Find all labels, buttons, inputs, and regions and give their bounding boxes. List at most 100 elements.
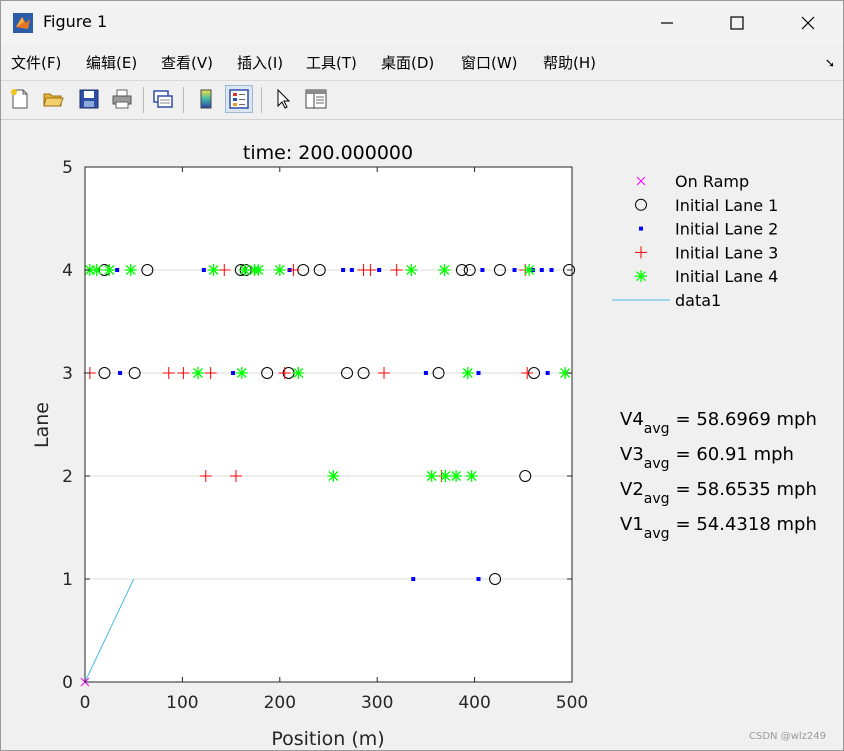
pointer-icon [277, 88, 291, 109]
x-tick-label: 200 [264, 693, 296, 713]
open-file-button[interactable] [39, 85, 67, 113]
link-plot-icon [153, 90, 173, 108]
x-tick-label: 100 [166, 693, 198, 713]
y-tick-label: 5 [62, 158, 73, 178]
point-initial-lane-4 [405, 264, 418, 276]
save-button[interactable] [75, 85, 103, 113]
maximize-icon [730, 16, 744, 30]
point-initial-lane-2 [231, 371, 236, 375]
menu-tools[interactable]: 工具(T) [306, 52, 357, 73]
point-initial-lane-2 [115, 268, 120, 272]
velocity-annotation: V4avg = 58.6969 mph [620, 409, 817, 437]
annotation-label: V2 [620, 479, 644, 500]
point-initial-lane-2 [201, 268, 206, 272]
legend-label-on-ramp: On Ramp [675, 172, 749, 191]
velocity-annotation: V2avg = 58.6535 mph [620, 479, 817, 507]
point-initial-lane-2 [539, 268, 544, 272]
save-icon [79, 89, 99, 109]
legend[interactable]: On Ramp Initial Lane 1 Initial Lane 2 Initi… [612, 172, 778, 310]
annotation-subscript: avg [644, 491, 670, 507]
window-title: Figure 1 [43, 12, 108, 31]
legend-swatch-initial-lane-2 [639, 226, 643, 231]
point-initial-lane-2 [411, 577, 416, 581]
point-initial-lane-4 [438, 264, 451, 276]
menu-desktop[interactable]: 桌面(D) [381, 52, 434, 73]
point-initial-lane-4 [292, 367, 305, 379]
y-tick-label: 1 [62, 570, 73, 590]
x-tick-label: 0 [80, 693, 91, 713]
close-icon [801, 16, 815, 30]
point-initial-lane-2 [377, 268, 382, 272]
legend-button[interactable] [225, 85, 253, 113]
colorbar-icon [200, 89, 212, 109]
menu-bar: 文件(F) 编辑(E) 查看(V) 插入(I) 工具(T) 桌面(D) 窗口(W… [1, 47, 843, 77]
print-icon [112, 89, 132, 109]
annotation-value: = 60.91 mph [676, 444, 794, 465]
menu-file[interactable]: 文件(F) [11, 52, 61, 73]
point-initial-lane-4 [124, 264, 137, 276]
annotation-label: V4 [620, 409, 644, 430]
point-initial-lane-4 [461, 367, 474, 379]
y-tick-label: 4 [62, 261, 73, 281]
figure-window: Figure 1 文件(F) 编辑(E) 查看(V) 插入(I) 工具(T) 桌… [0, 0, 844, 751]
x-tick-label: 500 [556, 693, 588, 713]
velocity-annotation-text: V1avg = 54.4318 mph [620, 514, 817, 542]
new-figure-button[interactable] [6, 85, 34, 113]
pointer-button[interactable] [269, 85, 297, 113]
annotation-subscript: avg [644, 421, 670, 437]
open-file-icon [43, 93, 64, 107]
annotation-value: = 58.6969 mph [676, 409, 817, 430]
legend-label-initial-lane-3: Initial Lane 3 [675, 243, 778, 262]
menu-help[interactable]: 帮助(H) [543, 52, 596, 73]
legend-label-initial-lane-2: Initial Lane 2 [675, 220, 778, 239]
annotation-subscript: avg [644, 456, 670, 472]
legend-swatch-initial-lane-1 [635, 198, 647, 211]
velocity-annotations: V4avg = 58.6969 mphV3avg = 60.91 mphV2avg =… [620, 409, 817, 542]
point-initial-lane-4 [191, 367, 204, 379]
close-button[interactable] [785, 7, 831, 39]
toolbar-separator [261, 87, 262, 113]
y-tick-label: 3 [62, 364, 73, 384]
y-axis-label: Lane [31, 402, 53, 448]
x-tick-label: 400 [458, 693, 490, 713]
chart-title: time: 200.000000 [243, 142, 413, 164]
dock-arrow-icon[interactable]: ➘ [825, 56, 835, 70]
minimize-icon [661, 22, 673, 24]
menu-window[interactable]: 窗口(W) [461, 52, 518, 73]
point-initial-lane-2 [349, 268, 354, 272]
velocity-annotation: V1avg = 54.4318 mph [620, 514, 817, 542]
figure-toolbar [1, 80, 843, 120]
point-initial-lane-4 [273, 264, 286, 276]
title-bar[interactable]: Figure 1 [1, 1, 843, 45]
property-inspector-button[interactable] [302, 85, 330, 113]
legend-label-initial-lane-1: Initial Lane 1 [675, 196, 778, 215]
point-initial-lane-4 [103, 264, 116, 276]
annotation-subscript: avg [644, 526, 670, 542]
menu-view[interactable]: 查看(V) [161, 52, 213, 73]
velocity-annotation: V3avg = 60.91 mph [620, 444, 794, 472]
colorbar-button[interactable] [192, 85, 220, 113]
point-initial-lane-4 [465, 470, 478, 482]
point-initial-lane-4 [235, 367, 248, 379]
legend-swatch-on-ramp [636, 176, 646, 186]
point-initial-lane-4 [327, 470, 340, 482]
maximize-button[interactable] [714, 7, 760, 39]
toolbar-separator [143, 87, 144, 113]
velocity-annotation-text: V3avg = 60.91 mph [620, 444, 794, 472]
plot-area[interactable] [85, 167, 572, 682]
point-initial-lane-4 [90, 264, 103, 276]
velocity-annotation-text: V2avg = 58.6535 mph [620, 479, 817, 507]
point-initial-lane-4 [252, 264, 265, 276]
link-plot-button[interactable] [149, 85, 177, 113]
annotation-label: V1 [620, 514, 644, 535]
minimize-button[interactable] [644, 7, 690, 39]
x-tick-label: 300 [361, 693, 393, 713]
point-initial-lane-2 [476, 577, 481, 581]
print-button[interactable] [108, 85, 136, 113]
menu-insert[interactable]: 插入(I) [237, 52, 283, 73]
point-initial-lane-2 [118, 371, 123, 375]
menu-edit[interactable]: 编辑(E) [86, 52, 137, 73]
figure-canvas[interactable]: 0123450 100 200 300 400 500 time: 200.000000 … [1, 119, 843, 749]
legend-swatch-initial-lane-3 [635, 246, 647, 259]
point-initial-lane-4 [207, 264, 220, 276]
